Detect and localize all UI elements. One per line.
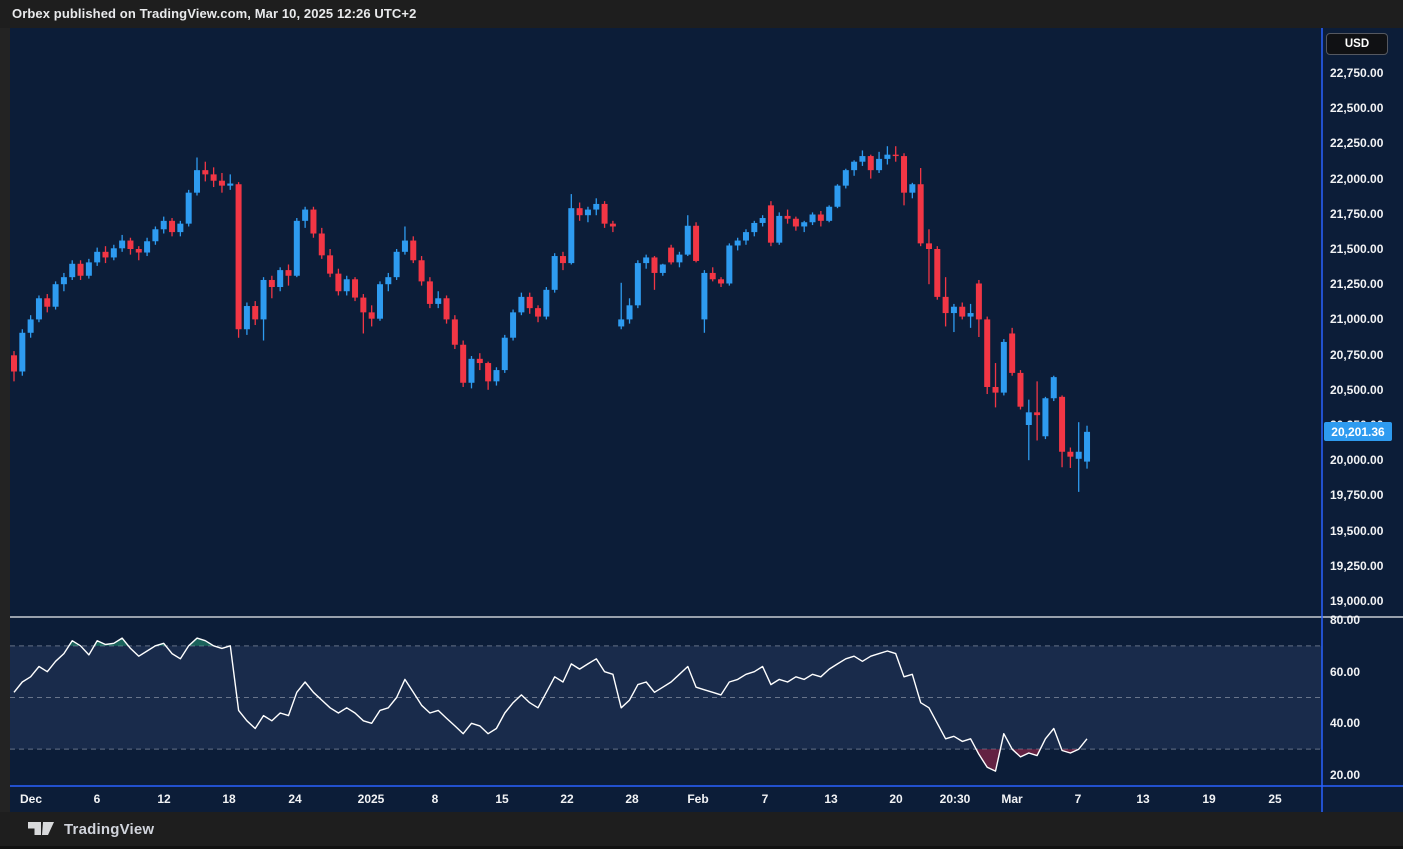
footer-bar: TradingView [0,812,1403,849]
last-price-badge: 20,201.36 [1324,422,1392,441]
last-price-value: 20,201.36 [1331,425,1384,439]
tradingview-brand-text: TradingView [64,821,154,838]
candlestick-rsi-chart[interactable] [0,0,1403,849]
published-chart-page: Orbex published on TradingView.com, Mar … [0,0,1403,849]
tradingview-logo-link[interactable]: TradingView [28,821,154,838]
currency-button-label: USD [1345,38,1369,50]
currency-button[interactable]: USD [1326,33,1388,55]
tradingview-logo-icon [28,822,55,837]
